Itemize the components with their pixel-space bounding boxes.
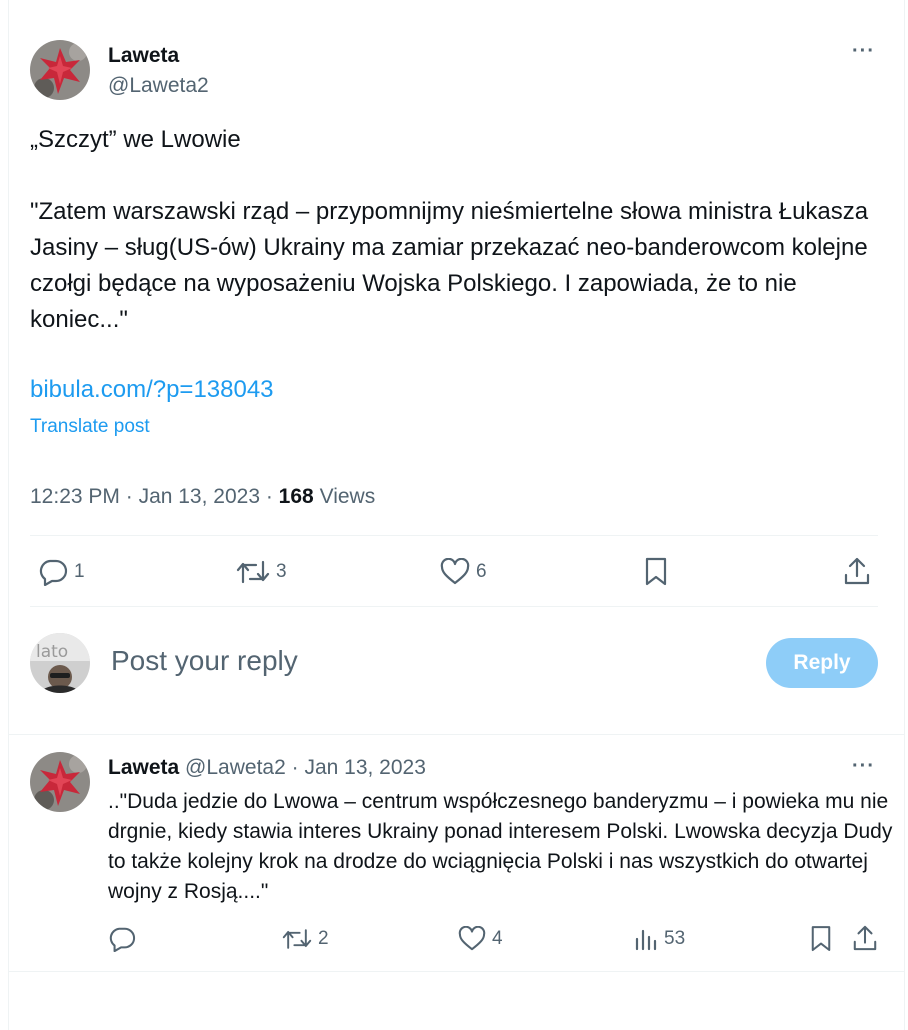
meta-separator: · [291, 756, 299, 779]
divider [30, 535, 878, 536]
frame-border-right [904, 0, 905, 1030]
divider [30, 606, 878, 607]
divider [8, 734, 905, 735]
reply-more-options-icon[interactable]: ··· [852, 755, 875, 778]
repost-arrows-icon [236, 560, 270, 584]
reply-repost-count: 2 [318, 928, 329, 949]
tweet-time[interactable]: 12:23 PM [30, 485, 120, 508]
bar-chart-icon [635, 929, 657, 951]
share-upload-icon [844, 557, 870, 585]
tweet-link[interactable]: bibula.com/?p=138043 [30, 376, 274, 404]
reply-author-handle[interactable]: @Laweta2 [185, 756, 286, 779]
reply-like-count: 4 [492, 928, 503, 949]
reply-count: 1 [74, 561, 85, 582]
share-upload-icon [853, 925, 877, 951]
like-count: 6 [476, 561, 487, 582]
divider [8, 971, 905, 972]
reply-input[interactable]: Post your reply [111, 645, 298, 677]
heart-icon [458, 926, 486, 951]
repost-count: 3 [276, 561, 287, 582]
reply-body-text: .."Duda jedzie do Lwowa – centrum współc… [108, 790, 893, 903]
meta-separator: · [125, 485, 139, 508]
views-label: Views [319, 485, 376, 508]
reply-header: Laweta @Laweta2 · Jan 13, 2023 [108, 756, 426, 780]
bookmark-icon [645, 557, 667, 586]
tweet-title-line: „Szczyt” we Lwowie [30, 126, 241, 153]
tweet-meta: 12:23 PM · Jan 13, 2023 · 168 Views [30, 485, 375, 509]
reply-views-count: 53 [664, 928, 686, 949]
speech-bubble-icon [39, 559, 68, 586]
bookmark-icon [811, 926, 831, 952]
like-action[interactable]: 6 [440, 558, 487, 586]
tweet-body-text: "Zatem warszawski rząd – przypomnijmy ni… [30, 198, 869, 333]
meta-separator: · [265, 485, 279, 508]
frame-border-left [8, 0, 9, 1030]
repost-action[interactable]: 3 [236, 558, 287, 586]
views-count: 168 [278, 485, 314, 508]
translate-post-link[interactable]: Translate post [30, 416, 150, 438]
speech-bubble-icon [109, 927, 136, 952]
reply-author-avatar[interactable] [30, 752, 90, 812]
share-action[interactable] [843, 556, 871, 586]
reply-repost-action[interactable]: 2 [282, 926, 329, 952]
reply-share-action[interactable] [852, 924, 878, 952]
heart-icon [440, 558, 470, 585]
author-avatar[interactable] [30, 40, 90, 100]
reply-author-name[interactable]: Laweta [108, 756, 179, 779]
tweet-date[interactable]: Jan 13, 2023 [139, 485, 260, 508]
current-user-avatar[interactable]: lato [30, 633, 90, 693]
reply-like-action[interactable]: 4 [458, 926, 503, 952]
repost-arrows-icon [282, 929, 312, 949]
more-options-icon[interactable]: ··· [852, 40, 875, 63]
reply-button[interactable]: Reply [766, 638, 878, 688]
reply-date[interactable]: Jan 13, 2023 [304, 756, 425, 779]
svg-text:lato: lato [36, 642, 68, 662]
author-name[interactable]: Laweta [108, 44, 179, 68]
reply-bookmark-action[interactable] [810, 925, 832, 953]
author-handle[interactable]: @Laweta2 [108, 74, 209, 98]
reply-action[interactable]: 1 [38, 558, 85, 586]
bookmark-action[interactable] [644, 557, 668, 587]
reply-views-action[interactable]: 53 [634, 927, 685, 951]
reply-reply-action[interactable] [108, 926, 142, 952]
